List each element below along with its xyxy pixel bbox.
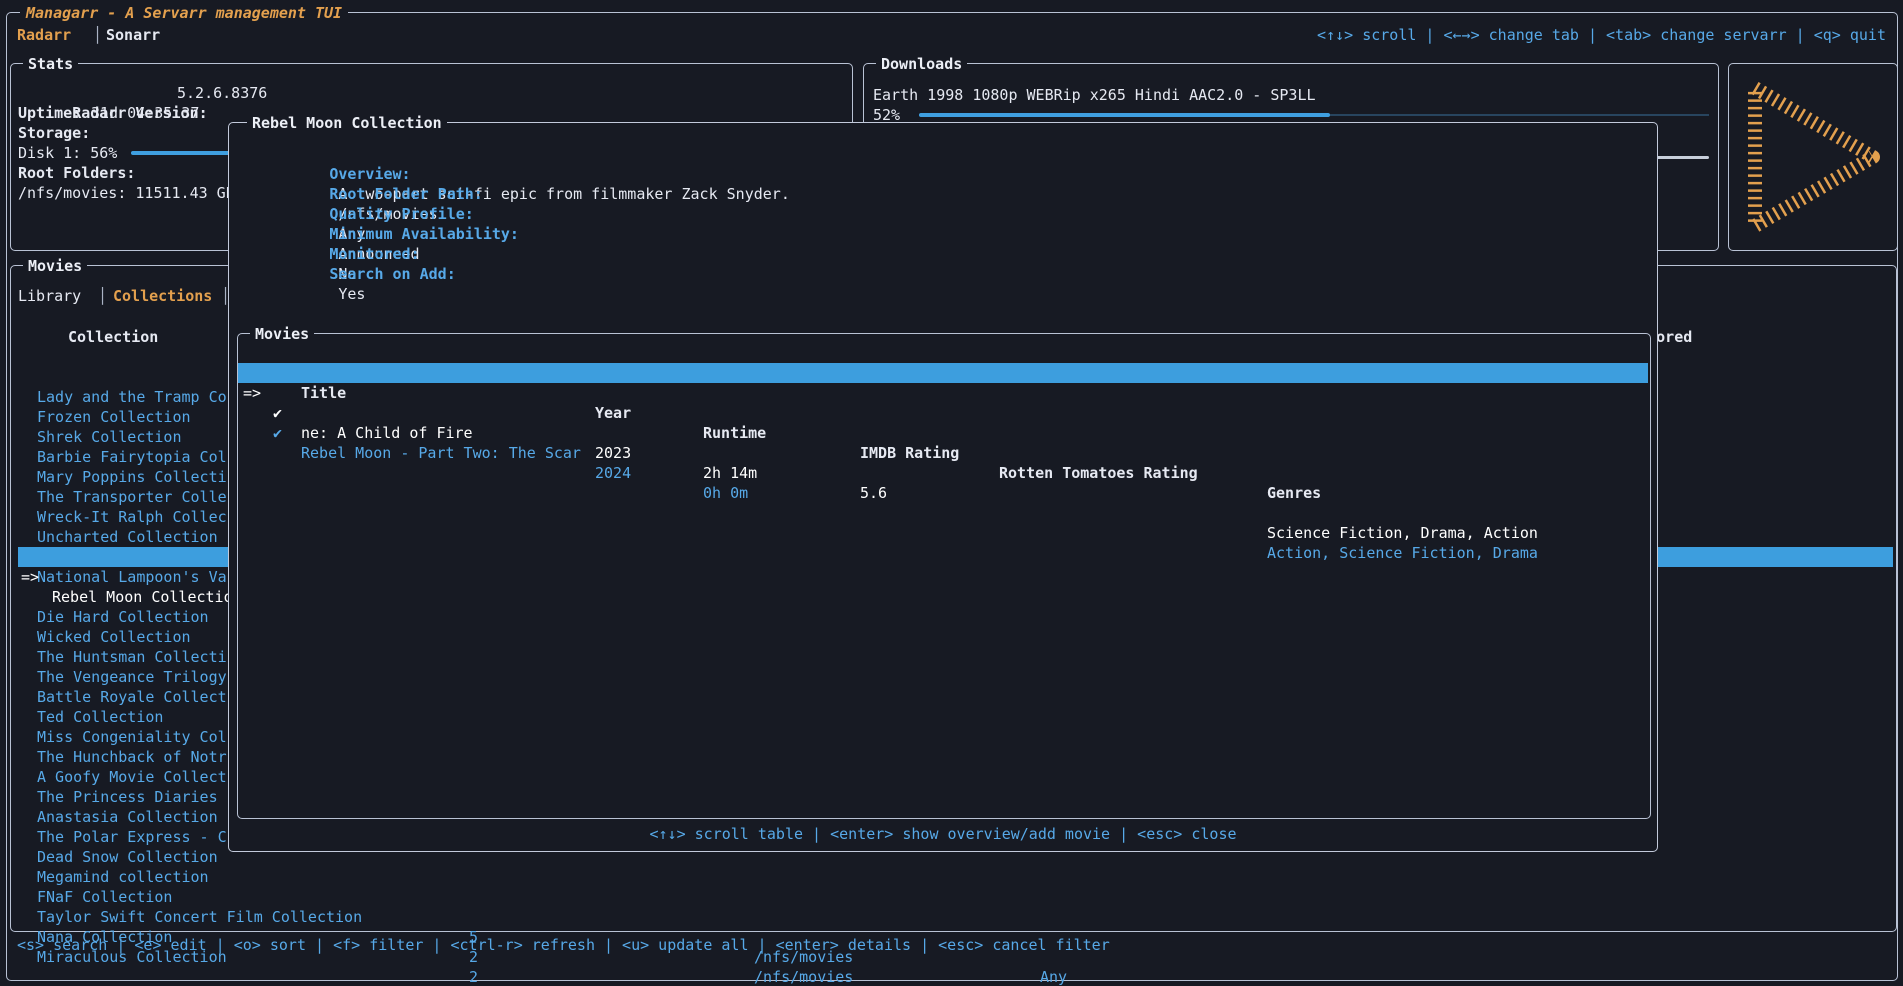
movie-genres: Action, Science Fiction, Drama: [1267, 543, 1538, 563]
collection-movie-count: 2: [469, 967, 478, 986]
modal-field-label: Search on Add:: [329, 265, 455, 283]
stats-uptime-label: Uptime:: [18, 103, 81, 123]
download-item-name: Earth 1998 1080p WEBRip x265 Hindi AAC2.…: [873, 85, 1316, 105]
header-rotten-tomatoes: Rotten Tomatoes Rating: [999, 463, 1198, 483]
movie-row[interactable]: => ✔ ne: A Child of Fire 2023 2h 14m 5.6…: [238, 363, 1648, 383]
modal-field-row: Overview: A two-part sci-fi epic from fi…: [239, 144, 790, 164]
header-imdb-rating: IMDB Rating: [860, 443, 959, 463]
app-title: Managarr - A Servarr management TUI: [20, 3, 348, 23]
collection-column-header: Collection: [68, 327, 158, 347]
collection-row[interactable]: Miraculous Collection 2 /nfs/movies Any …: [18, 907, 1893, 927]
root-folder-value: /nfs/movies: 11511.43 GB: [18, 183, 235, 203]
modal-movies-rows: => ✔ ne: A Child of Fire 2023 2h 14m 5.6…: [238, 363, 1648, 423]
tab-radarr[interactable]: Radarr: [17, 25, 71, 45]
movies-tab-separator-1: │: [98, 286, 107, 306]
modal-field-value: Yes: [338, 285, 365, 303]
movie-year: 2023: [595, 443, 631, 463]
monitored-check-icon: ✔: [273, 423, 282, 443]
disk-usage-label: Disk 1: 56%: [18, 143, 117, 163]
terminal-screen: Managarr - A Servarr management TUI Rada…: [0, 0, 1903, 986]
collection-row[interactable]: Taylor Swift Concert Film Collection 5 /…: [18, 867, 1893, 887]
logo-panel: [1728, 63, 1898, 251]
modal-title: Rebel Moon Collection: [247, 113, 447, 133]
modal-field-row: Search on Add: Yes: [239, 244, 456, 264]
modal-field-row: Quality Profile: Any: [239, 184, 474, 204]
movie-title: Rebel Moon - Part Two: The Scar: [301, 443, 581, 463]
modal-field-row: Minimum Availability: Announced: [239, 204, 519, 224]
play-triangle-icon: [1739, 78, 1887, 236]
collection-quality-profile: Any: [1040, 967, 1067, 986]
stats-version-value: 5.2.6.8376: [177, 83, 267, 103]
tab-separator: │: [93, 25, 102, 45]
downloads-panel-title: Downloads: [876, 54, 967, 74]
movie-year: 2024: [595, 463, 631, 483]
tab-library[interactable]: Library: [18, 286, 81, 306]
tab-collections[interactable]: Collections: [113, 286, 212, 306]
stats-panel-title: Stats: [23, 54, 78, 74]
movie-runtime: 2h 14m: [703, 463, 757, 483]
movies-panel-title: Movies: [23, 256, 87, 276]
movie-runtime: 0h 0m: [703, 483, 748, 503]
root-folders-label: Root Folders:: [18, 163, 135, 183]
movie-imdb-rating: 5.6: [860, 483, 887, 503]
header-runtime: Runtime: [703, 423, 766, 443]
modal-field-row: Root Folder Path: /nfs/movies: [239, 164, 483, 184]
modal-field-row: Monitored: No: [239, 224, 420, 244]
modal-keybinds: <↑↓> scroll table | <enter> show overvie…: [229, 824, 1657, 844]
download-gauge-fill: [919, 113, 1330, 117]
stats-uptime-value: 31d 04:35:37: [91, 103, 199, 123]
tab-sonarr[interactable]: Sonarr: [106, 25, 160, 45]
movie-genres: Science Fiction, Drama, Action: [1267, 523, 1538, 543]
movie-row[interactable]: ✔ Rebel Moon - Part Two: The Scar 2024 0…: [238, 383, 1648, 403]
modal-movies-box-title: Movies: [250, 324, 314, 344]
modal-movies-header: ✔ Title Year Runtime IMDB Rating Rotten …: [229, 343, 1657, 363]
collection-row[interactable]: Nana Collection 2 /nfs/movies Any Yes: [18, 887, 1893, 907]
download-progress-gauge: [919, 113, 1709, 117]
collection-details-modal: Rebel Moon Collection Overview: A two-pa…: [228, 122, 1658, 852]
modal-fields: Overview: A two-part sci-fi epic from fi…: [239, 144, 1639, 274]
top-keybinds: <↑↓> scroll | <←→> change tab | <tab> ch…: [1317, 25, 1886, 45]
stats-storage-label: Storage:: [18, 123, 90, 143]
header-genres: Genres: [1267, 483, 1321, 503]
bottom-keybinds: <s> search | <e> edit | <o> sort | <f> f…: [17, 935, 1110, 955]
collection-root-folder: /nfs/movies: [754, 967, 853, 986]
